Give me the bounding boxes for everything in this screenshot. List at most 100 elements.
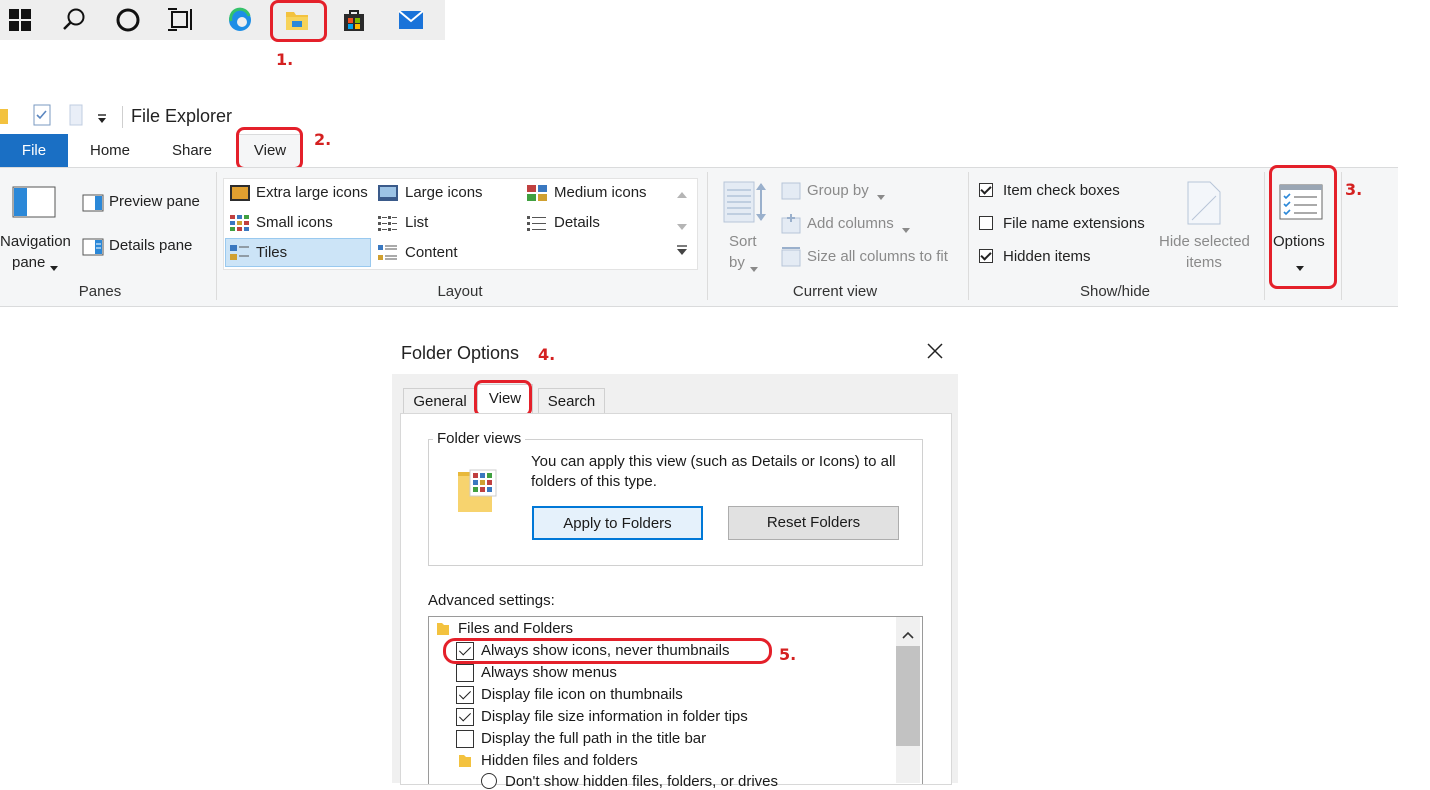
step-label-1: 1. [276,50,294,69]
hide-selected-label-2[interactable]: items [1186,254,1222,271]
small-icons-icon [230,215,250,231]
folder-icon [436,620,450,641]
edge-icon[interactable] [224,4,256,36]
new-folder-icon[interactable] [68,104,84,131]
reset-folders-button[interactable]: Reset Folders [728,506,899,540]
step-label-4: 4. [538,345,556,364]
display-full-path-checkbox[interactable] [456,730,474,748]
group-label-current-view: Current view [792,283,878,300]
add-columns-button[interactable]: Add columns [807,215,894,232]
window-title: File Explorer [131,106,233,126]
tree-scrollbar-thumb[interactable] [896,646,920,746]
step-label-2: 2. [314,130,332,149]
highlight-options [1269,165,1337,289]
highlight-view-dialog-tab [474,380,532,417]
tree-group-hidden-files: Hidden files and folders [481,752,638,769]
layout-small-icons[interactable]: Small icons [256,214,333,231]
layout-large-icons[interactable]: Large icons [405,184,483,201]
group-by-icon [781,182,801,205]
app-icon [0,106,8,131]
group-by-button[interactable]: Group by [807,182,869,199]
layout-content[interactable]: Content [405,244,458,261]
layout-extra-large-icons[interactable]: Extra large icons [256,184,368,201]
medium-icons-icon [527,185,547,201]
layout-medium-icons[interactable]: Medium icons [554,184,647,201]
hide-selected-icon[interactable] [1186,180,1222,231]
folder-views-icon [456,466,498,519]
navigation-pane-icon[interactable] [12,186,58,225]
item-check-boxes-checkbox[interactable] [979,183,993,197]
mail-icon[interactable] [395,4,427,36]
cortana-icon[interactable] [112,4,144,36]
tab-general[interactable]: General [403,388,477,415]
tree-group-files-folders: Files and Folders [458,620,574,637]
size-all-columns-button[interactable]: Size all columns to fit [807,248,948,265]
file-name-extensions-checkbox[interactable] [979,216,993,230]
preview-pane-button[interactable]: Preview pane [109,193,200,210]
tab-file[interactable]: File [0,134,68,167]
tab-home[interactable]: Home [78,135,142,167]
chevron-down-icon [902,221,910,239]
layout-tiles[interactable]: Tiles [256,244,287,261]
file-name-extensions-label: File name extensions [1003,215,1145,232]
windows-start-icon[interactable] [4,4,36,36]
sort-by-icon[interactable] [722,180,768,231]
highlight-view-tab [236,127,303,170]
folder-views-description: You can apply this view (such as Details… [531,453,896,490]
dont-show-hidden-label[interactable]: Don't show hidden files, folders, or dri… [505,773,778,790]
size-columns-icon [781,247,801,272]
hide-selected-label[interactable]: Hide selected [1159,233,1250,250]
highlight-always-show-icons [443,638,772,664]
details-icon [527,215,547,231]
store-icon[interactable] [338,4,370,36]
display-file-icon-label[interactable]: Display file icon on thumbnails [481,686,683,703]
dialog-title: Folder Options [401,343,520,363]
gallery-scroll-down-icon[interactable] [677,218,687,236]
ribbon-separator [968,172,969,300]
sort-by-label-2[interactable]: by [729,254,745,271]
chevron-down-icon [877,188,885,206]
content-icon [378,245,398,261]
gallery-expand-icon[interactable] [677,244,687,262]
tab-share[interactable]: Share [160,135,224,167]
always-show-menus-checkbox[interactable] [456,664,474,682]
group-label-show-hide: Show/hide [1079,283,1151,300]
always-show-menus-label[interactable]: Always show menus [481,664,617,681]
add-columns-icon [781,214,801,239]
layout-list[interactable]: List [405,214,428,231]
chevron-down-icon [750,260,758,278]
title-divider [122,106,123,128]
properties-icon[interactable] [32,104,52,131]
display-file-size-checkbox[interactable] [456,708,474,726]
hidden-items-checkbox[interactable] [979,249,993,263]
tab-search[interactable]: Search [538,388,605,415]
large-icons-icon [378,185,398,201]
details-pane-icon[interactable] [82,238,104,261]
step-label-3: 3. [1345,180,1363,199]
customize-toolbar-icon[interactable] [97,113,107,127]
ribbon-separator [707,172,708,300]
group-label-panes: Panes [78,283,122,300]
ribbon-separator [1264,172,1265,300]
details-pane-button[interactable]: Details pane [109,237,192,254]
navigation-pane-label[interactable]: Navigation [0,233,71,250]
navigation-pane-label-2[interactable]: pane [12,254,45,271]
preview-pane-icon[interactable] [82,194,104,217]
hidden-items-label: Hidden items [1003,248,1091,265]
display-full-path-label[interactable]: Display the full path in the title bar [481,730,706,747]
ribbon-separator [1341,172,1342,300]
apply-to-folders-button[interactable]: Apply to Folders [532,506,703,540]
close-icon[interactable] [925,341,945,366]
scroll-up-icon[interactable] [902,626,914,644]
dont-show-hidden-radio[interactable] [481,773,497,789]
step-label-5: 5. [779,645,797,664]
task-view-icon[interactable] [165,4,197,36]
display-file-icon-checkbox[interactable] [456,686,474,704]
display-file-size-label[interactable]: Display file size information in folder … [481,708,748,725]
layout-details[interactable]: Details [554,214,600,231]
search-icon[interactable] [58,4,90,36]
advanced-settings-label: Advanced settings: [428,592,555,609]
sort-by-label[interactable]: Sort [729,233,757,250]
chevron-down-icon [50,259,58,277]
gallery-scroll-up-icon[interactable] [677,186,687,204]
